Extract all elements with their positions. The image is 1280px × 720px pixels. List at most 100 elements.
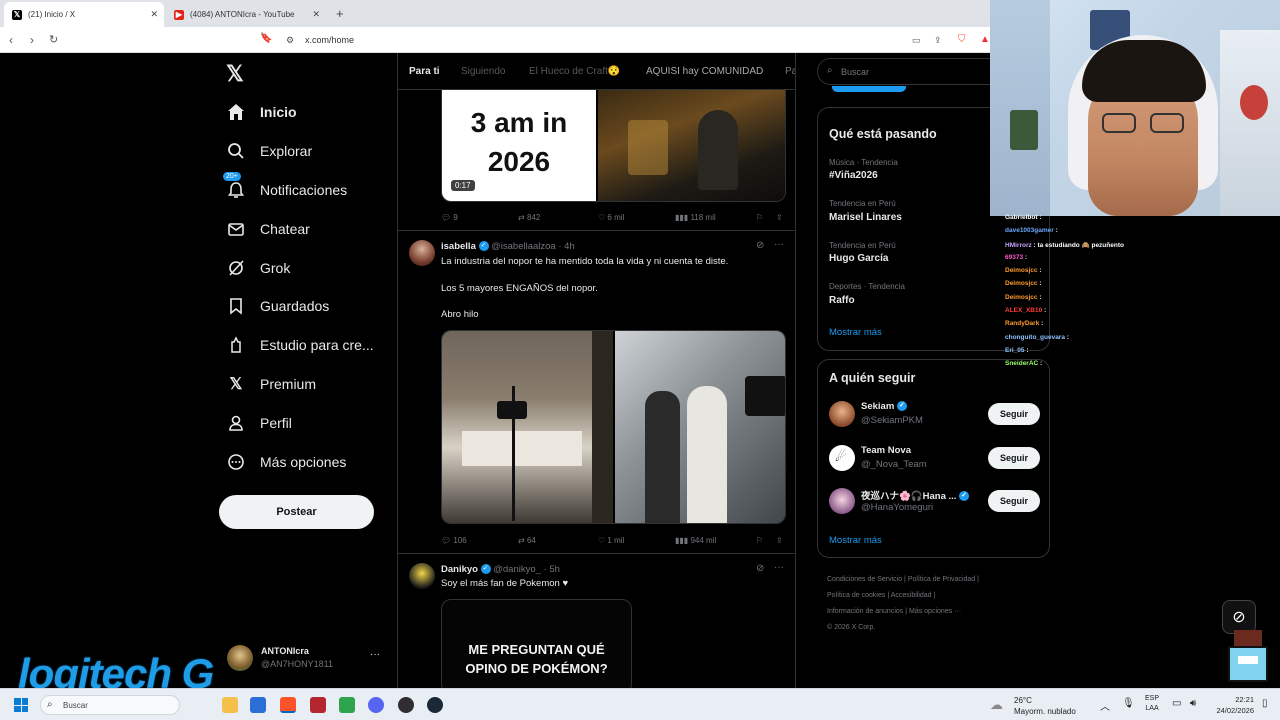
obs-icon[interactable] xyxy=(398,697,414,713)
tab-siguiendo[interactable]: Siguiendo xyxy=(461,66,505,77)
mic-icon[interactable]: 🎙︎ xyxy=(1122,698,1135,709)
nav-item-mas-opciones[interactable]: Más opciones xyxy=(226,444,346,480)
author-name[interactable]: Danikyo xyxy=(441,564,478,575)
more-icon[interactable]: ··· xyxy=(774,239,784,250)
close-tab-icon[interactable]: ✕ xyxy=(312,9,320,20)
repost-icon[interactable]: ⇄ 64 xyxy=(518,536,536,545)
grok-icon[interactable]: ⊘ xyxy=(756,563,764,574)
show-more-link[interactable]: Mostrar más xyxy=(829,327,882,338)
user-icon xyxy=(226,413,246,433)
nav-item-chatear[interactable]: Chatear xyxy=(226,211,310,247)
nav-item-premium[interactable]: 𝕏 Premium xyxy=(226,366,316,402)
follow-suggestion[interactable]: ☄ Team Nova @_Nova_Team Seguir xyxy=(818,442,1051,476)
browser-tab-youtube[interactable]: ▶ (4084) ANTONIcra - YouTube ✕ xyxy=(166,2,326,27)
nav-item-guardados[interactable]: Guardados xyxy=(226,288,329,324)
brave-browser-icon[interactable] xyxy=(280,697,296,713)
more-icon[interactable]: ··· xyxy=(774,562,784,573)
volume-icon[interactable]: 🔊︎ xyxy=(1190,698,1196,709)
show-more-link[interactable]: Mostrar más xyxy=(829,535,882,546)
views-icon[interactable]: ▮▮▮ 944 mil xyxy=(675,536,716,545)
follow-button[interactable]: Seguir xyxy=(988,447,1040,469)
reply-icon[interactable]: 💬︎ 9 xyxy=(441,213,458,222)
post-media-grid[interactable] xyxy=(441,330,786,524)
new-tab-button[interactable]: + xyxy=(336,6,344,21)
like-icon[interactable]: ♡ 1 mil xyxy=(598,536,624,545)
premium-cta-remnant[interactable] xyxy=(832,86,906,92)
reply-icon[interactable]: 💬︎ 106 xyxy=(441,536,467,545)
bedroom-image[interactable] xyxy=(442,331,613,523)
share-icon[interactable]: ⇪ xyxy=(776,536,783,545)
author-name[interactable]: isabella xyxy=(441,241,476,252)
nav-item-perfil[interactable]: Perfil xyxy=(226,405,292,441)
avatar[interactable] xyxy=(409,563,435,589)
follow-button[interactable]: Seguir xyxy=(988,403,1040,425)
footer-link[interactable]: Política de cookies xyxy=(827,592,885,599)
reload-icon[interactable]: ↻ xyxy=(49,33,58,46)
footer-link[interactable]: Accesibilidad xyxy=(891,592,932,599)
forward-icon[interactable]: › xyxy=(30,33,34,47)
tab-para-ti[interactable]: Para ti xyxy=(409,66,440,77)
video-thumbnail[interactable]: 3 am in 2026 0:17 xyxy=(442,90,596,201)
tab-hueco-craft[interactable]: El Hueco de Craft😯 xyxy=(529,66,620,77)
file-explorer-icon[interactable] xyxy=(222,697,238,713)
footer-link[interactable]: Política de Privacidad xyxy=(908,576,975,583)
site-info-icon[interactable]: ⚙ xyxy=(286,35,294,46)
avatar[interactable] xyxy=(409,240,435,266)
share-icon[interactable]: ⇪ xyxy=(934,35,942,46)
chevron-up-icon[interactable]: ︿ xyxy=(1100,698,1110,713)
grok-icon[interactable]: ⊘ xyxy=(756,240,764,251)
windows-start-icon[interactable] xyxy=(14,698,28,712)
tab-comunidad[interactable]: AQUISI hay COMUNIDAD xyxy=(646,66,763,77)
follow-suggestion[interactable]: 夜巡ハナ🌸🎧Hana ... ✓ @HanaYomeguri Seguir xyxy=(818,485,1051,519)
footer-link[interactable]: Más opciones ··· xyxy=(909,608,961,615)
post-media-grid[interactable]: 3 am in 2026 0:17 xyxy=(441,90,786,202)
clock[interactable]: 22:21 24/02/2026 xyxy=(1208,694,1254,716)
x-logo-icon[interactable]: 𝕏 xyxy=(226,61,244,87)
bookmark-page-icon[interactable]: 🔖 xyxy=(260,33,272,44)
discord-icon[interactable] xyxy=(368,697,384,713)
bookmark-icon[interactable]: ⚐ xyxy=(756,536,763,545)
nav-item-estudio[interactable]: Estudio para cre... xyxy=(226,327,374,363)
more-icon[interactable]: ··· xyxy=(370,649,380,660)
cast-icon[interactable]: ▭ xyxy=(912,35,921,46)
post-danikyo[interactable]: Danikyo ✓ @danikyo_ · 5h ⊘ ··· Soy el má… xyxy=(398,554,795,688)
network-icon[interactable]: ▭ xyxy=(1172,698,1181,709)
nav-item-grok[interactable]: Grok xyxy=(226,250,290,286)
camera-crew-image[interactable] xyxy=(615,331,785,523)
nav-item-inicio[interactable]: Inicio xyxy=(226,94,297,130)
language-indicator[interactable]: ESP LAA xyxy=(1145,694,1159,714)
share-icon[interactable]: ⇪ xyxy=(776,213,783,222)
repost-icon[interactable]: ⇄ 842 xyxy=(518,213,540,222)
follow-button[interactable]: Seguir xyxy=(988,490,1040,512)
post-isabella[interactable]: isabella ✓ @isabellaalzoa · 4h ⊘ ··· La … xyxy=(398,231,795,553)
author-handle[interactable]: @isabellaalzoa xyxy=(491,241,556,252)
views-icon[interactable]: ▮▮▮ 118 mil xyxy=(675,213,716,222)
weather-widget[interactable]: ☁ 26°C Mayorm. nublado xyxy=(990,693,1090,717)
footer-link[interactable]: Información de anuncios xyxy=(827,608,903,615)
browser-tab-x[interactable]: 𝕏 (21) Inicio / X ✕ xyxy=(4,2,164,27)
url-field[interactable]: x.com/home xyxy=(305,35,354,45)
post-button[interactable]: Postear xyxy=(219,495,374,529)
nav-item-notificaciones[interactable]: 20+ Notificaciones xyxy=(222,171,347,208)
bookmark-icon[interactable]: ⚐ xyxy=(756,213,763,222)
grok-floating-button[interactable]: ⊘ xyxy=(1222,600,1256,634)
follow-suggestion[interactable]: Sekiam ✓ @SekiamPKM Seguir xyxy=(818,398,1051,432)
app-icon[interactable] xyxy=(310,697,326,713)
nav-item-explorar[interactable]: Explorar xyxy=(226,133,312,169)
brave-shield-icon[interactable]: ⛉ xyxy=(958,34,966,45)
kitchen-image[interactable] xyxy=(598,90,785,201)
footer-link[interactable]: Condiciones de Servicio xyxy=(827,576,902,583)
post-media-image[interactable]: ME PREGUNTAN QUÉ OPINO DE POKÉMON? xyxy=(441,599,632,688)
account-switcher[interactable]: ANTONIcra @AN7HONY1811 ··· xyxy=(224,643,389,673)
app-icon[interactable] xyxy=(339,697,355,713)
steam-icon[interactable] xyxy=(427,697,443,713)
back-icon[interactable]: ‹ xyxy=(9,33,13,47)
close-tab-icon[interactable]: ✕ xyxy=(150,9,158,20)
rewards-icon[interactable]: ▲ xyxy=(980,34,990,45)
store-icon[interactable] xyxy=(250,697,266,713)
like-icon[interactable]: ♡ 6 mil xyxy=(598,213,624,222)
tab-more[interactable]: Pa xyxy=(785,66,795,77)
author-handle[interactable]: @danikyo_ xyxy=(493,564,541,575)
taskbar-search[interactable]: ⌕ Buscar xyxy=(40,695,180,715)
notification-center-icon[interactable]: ▯ xyxy=(1262,698,1268,709)
